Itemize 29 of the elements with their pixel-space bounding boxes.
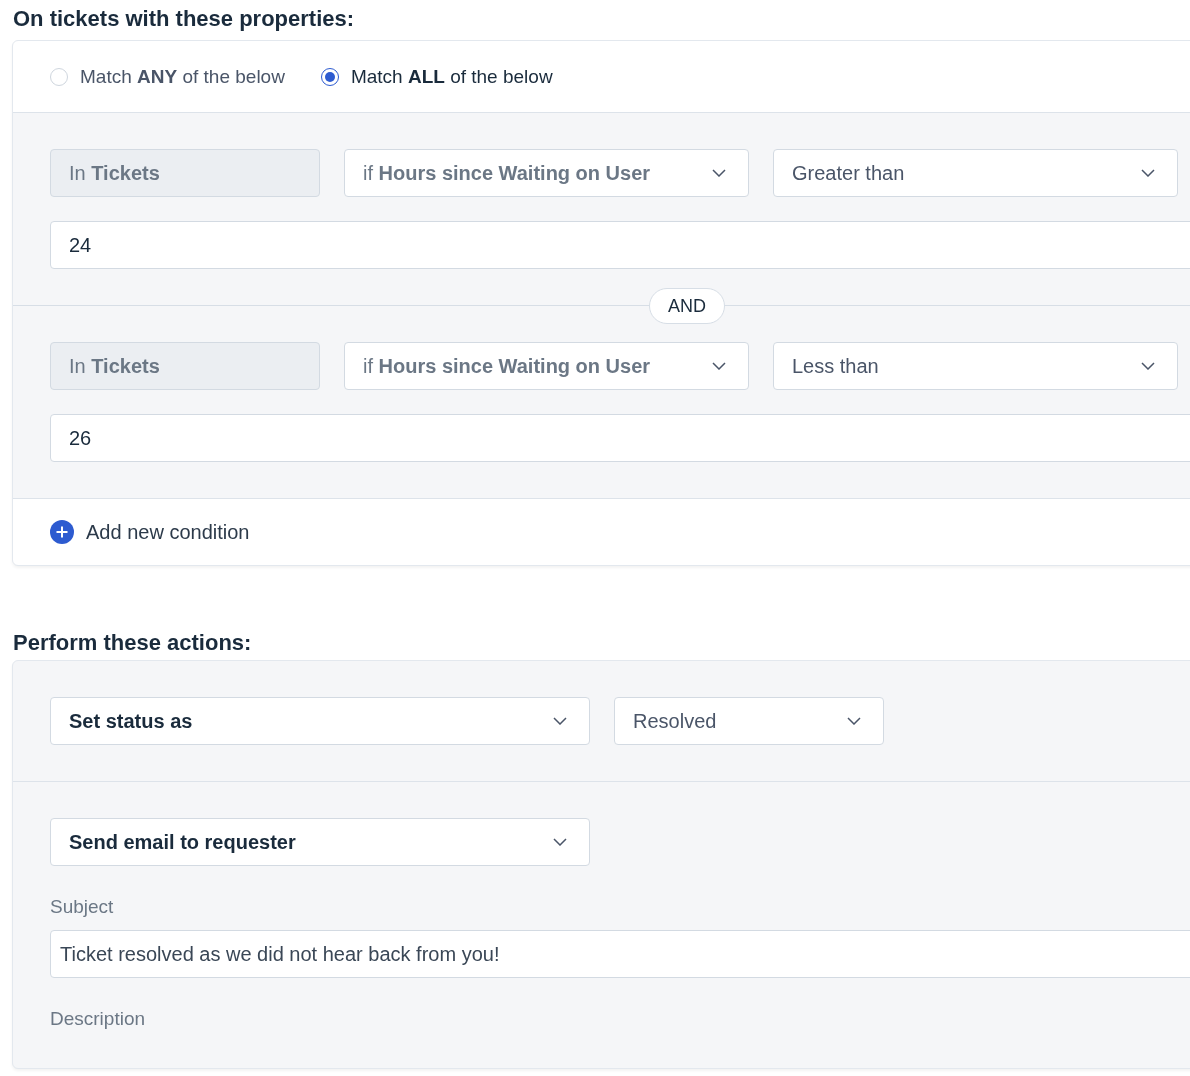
value-input[interactable]: 26 — [50, 414, 1190, 462]
match-option[interactable]: Match ANY of the below — [50, 65, 285, 88]
section-heading: On tickets with these properties: — [12, 5, 356, 33]
radio-button[interactable] — [320, 67, 339, 86]
scope-field: In Tickets — [50, 149, 320, 197]
subject-input[interactable]: Ticket resolved as we did not hear back from you! — [50, 930, 1190, 978]
field-label: Description — [50, 1008, 147, 1031]
operator-dropdown[interactable]: Greater than — [773, 149, 1178, 197]
value-input[interactable]: 24 — [50, 221, 1190, 269]
add-condition-button[interactable]: Add new condition — [50, 520, 250, 544]
chevron-down-icon — [553, 717, 567, 725]
and-connector: AND — [649, 288, 725, 324]
chevron-down-icon — [712, 169, 726, 177]
plus-icon — [50, 520, 74, 544]
chevron-down-icon — [712, 362, 726, 370]
status-dropdown[interactable]: Resolved — [614, 697, 884, 745]
property-dropdown[interactable]: if Hours since Waiting on User — [344, 149, 749, 197]
field-label: Subject — [50, 896, 115, 919]
action-dropdown[interactable]: Send email to requester — [50, 818, 590, 866]
action-dropdown[interactable]: Set status as — [50, 697, 590, 745]
chevron-down-icon — [1141, 362, 1155, 370]
chevron-down-icon — [847, 717, 861, 725]
operator-dropdown[interactable]: Less than — [773, 342, 1178, 390]
section-heading: Perform these actions: — [12, 630, 253, 657]
chevron-down-icon — [553, 838, 567, 846]
scope-field: In Tickets — [50, 342, 320, 390]
chevron-down-icon — [1141, 169, 1155, 177]
property-dropdown[interactable]: if Hours since Waiting on User — [344, 342, 749, 390]
match-option[interactable]: Match ALL of the below — [320, 65, 553, 88]
